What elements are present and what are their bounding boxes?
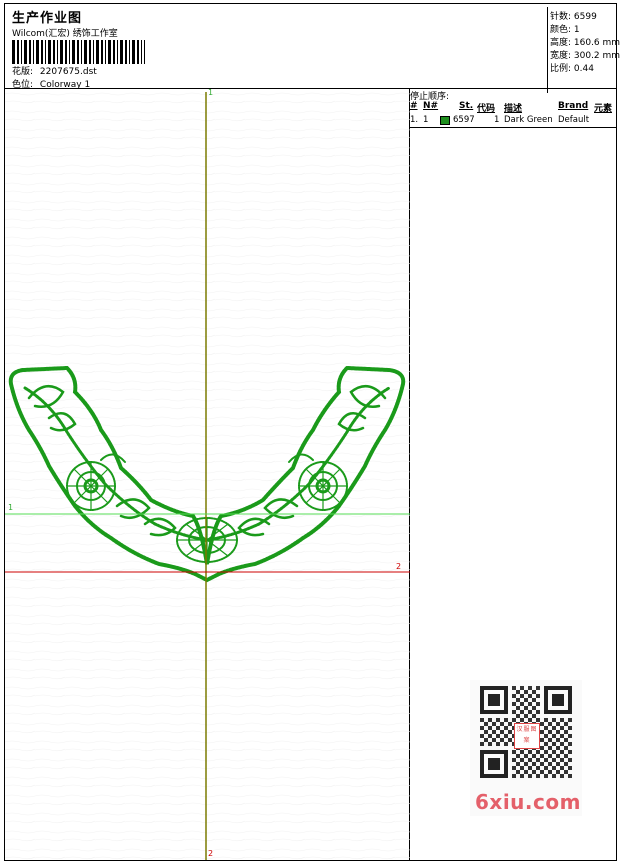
col-needle: N# (423, 101, 439, 111)
col-code: 代码 (477, 104, 496, 114)
row-needle: 1 (423, 115, 429, 125)
info-box: 针数: 6599 颜色: 1 高度: 160.6 mm 宽度: 300.2 mm… (547, 7, 620, 93)
header-panel: 生产作业图 Wilcom(汇宏) 绣饰工作室 花版: 2207675.dst 色… (4, 3, 620, 93)
qr-badge: 汉服图案 (514, 723, 540, 749)
color-swatch (440, 116, 450, 125)
page-title: 生产作业图 (12, 11, 83, 26)
color-count: 颜色: 1 (550, 25, 580, 35)
row-description: Dark Green (504, 115, 553, 125)
row-code: 1 (494, 115, 500, 125)
col-description: 描述 (504, 104, 523, 114)
pattern-label: 花版: (12, 67, 34, 77)
col-index: # (410, 101, 418, 111)
design-width: 宽度: 300.2 mm (550, 51, 620, 61)
col-brand: Brand (558, 101, 589, 111)
center-flower (176, 517, 238, 563)
pattern-value: 2207675.dst (39, 67, 97, 77)
row-brand: Default (558, 115, 590, 125)
design-canvas[interactable]: 1 2 1 2 (4, 88, 410, 861)
col-element: 元素 (594, 104, 613, 114)
site-watermark: 6xiu.com (475, 790, 581, 814)
design-height: 高度: 160.6 mm (550, 38, 620, 48)
stitch-count: 针数: 6599 (550, 12, 597, 22)
red-guide-label: 2 (396, 562, 402, 571)
pattern-line: 花版: 2207675.dst (12, 64, 97, 77)
studio-name: Wilcom(汇宏) 绣饰工作室 (12, 29, 118, 39)
row-index: 1. (410, 115, 419, 125)
vertical-guide-bottom-label: 2 (208, 849, 214, 858)
barcode (12, 40, 145, 64)
col-stitches: St. (459, 101, 474, 111)
right-flower (298, 461, 348, 511)
left-flower (66, 461, 116, 511)
design-scale: 比例: 0.44 (550, 64, 594, 74)
green-guide-label: 1 (8, 503, 14, 512)
table-row[interactable]: 1. 1 6597 1 Dark Green Default (410, 115, 616, 127)
row-stitches: 6597 (453, 115, 475, 125)
design-svg (5, 88, 410, 860)
stop-sequence-header: # N# St. 代码 描述 Brand 元素 (410, 101, 616, 114)
table-divider (409, 127, 617, 128)
vertical-guide-top-label: 1 (208, 88, 214, 97)
